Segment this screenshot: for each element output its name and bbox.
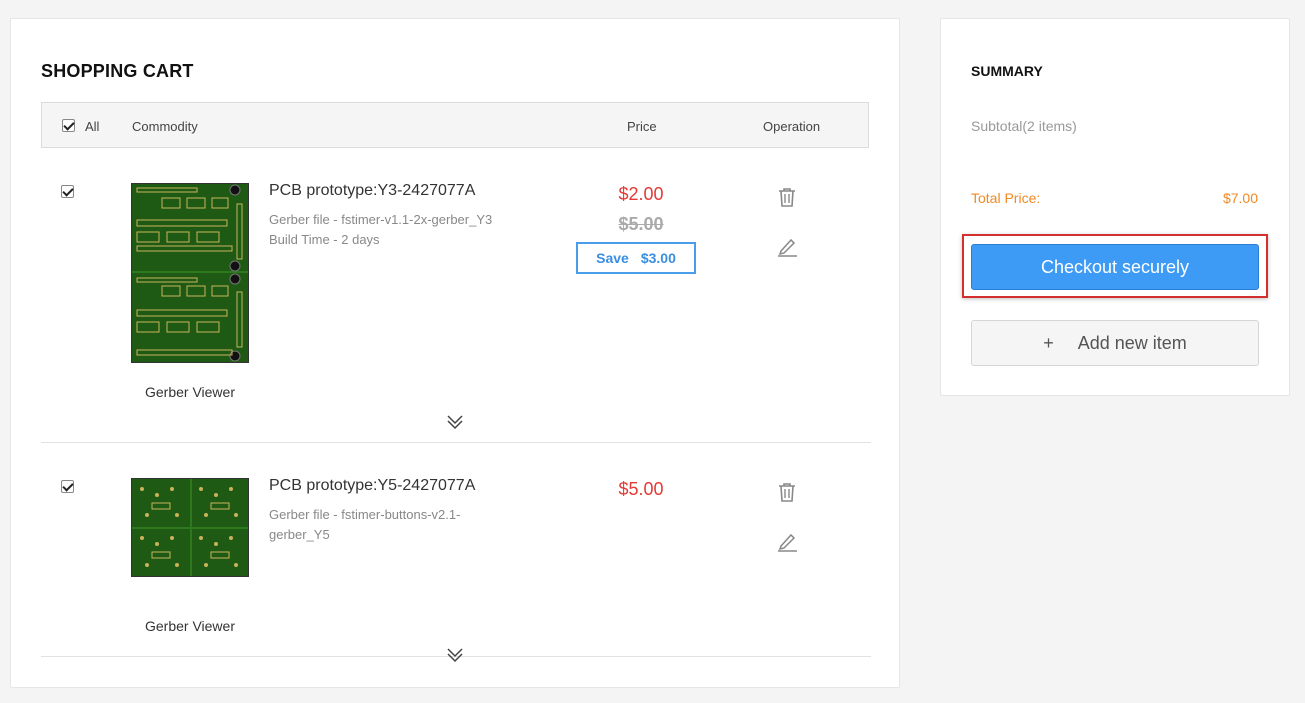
item-price: $5.00 (618, 479, 664, 499)
total-price-label: Total Price: (971, 190, 1041, 206)
expand-chevron-icon[interactable] (445, 647, 465, 663)
item-price: $2.00 (618, 184, 664, 204)
item-checkbox[interactable] (61, 185, 74, 198)
item-original-price: $5.00 (618, 214, 664, 234)
pcb-image-icon (132, 184, 248, 362)
pcb-thumbnail[interactable] (131, 478, 249, 577)
page-title: SHOPPING CART (41, 61, 194, 81)
save-amount: $3.00 (640, 250, 676, 266)
summary-panel: SUMMARY Subtotal(2 items) Total Price: $… (940, 18, 1290, 396)
header-commodity: Commodity (132, 119, 198, 134)
checkout-button[interactable]: Checkout securely (971, 244, 1259, 290)
product-title: PCB prototype:Y3-2427077A (269, 182, 476, 199)
delete-icon[interactable] (776, 481, 798, 503)
add-new-item-label: Add new item (1077, 332, 1187, 353)
pcb-image-icon (132, 479, 248, 576)
expand-chevron-icon[interactable] (445, 414, 465, 430)
delete-icon[interactable] (776, 186, 798, 208)
plus-icon: + (1043, 332, 1054, 353)
product-title: PCB prototype:Y5-2427077A (269, 477, 476, 494)
summary-subtotal: Subtotal(2 items) (971, 118, 1077, 134)
cart-panel: SHOPPING CART All Commodity Price Operat… (10, 18, 900, 688)
edit-icon[interactable] (776, 235, 798, 257)
header-price: Price (627, 119, 657, 134)
select-all-checkbox[interactable] (62, 119, 75, 132)
edit-icon[interactable] (776, 530, 798, 552)
save-label: Save (596, 250, 629, 266)
gerber-viewer-link[interactable]: Gerber Viewer (131, 618, 249, 634)
cart-item: Gerber Viewer PCB prototype:Y5-2427077A … (41, 443, 871, 663)
summary-title: SUMMARY (971, 63, 1043, 79)
save-badge: Save $3.00 (576, 242, 696, 274)
total-price-value: $7.00 (1222, 190, 1258, 206)
cart-item: Gerber Viewer PCB prototype:Y3-2427077A … (41, 148, 871, 443)
item-checkbox[interactable] (61, 480, 74, 493)
header-operation: Operation (763, 119, 821, 134)
product-gerber-file: Gerber file - fstimer-v1.1-2x-gerber_Y3 (269, 212, 493, 227)
product-gerber-file: Gerber file - fstimer-buttons-v2.1-gerbe… (269, 507, 461, 542)
pcb-thumbnail[interactable] (131, 183, 249, 363)
cart-table-header: All Commodity Price Operation (41, 102, 869, 148)
header-all-label: All (85, 119, 100, 134)
product-build-time: Build Time - 2 days (269, 232, 380, 247)
add-new-item-button[interactable]: + Add new item (971, 320, 1259, 366)
gerber-viewer-link[interactable]: Gerber Viewer (131, 384, 249, 400)
